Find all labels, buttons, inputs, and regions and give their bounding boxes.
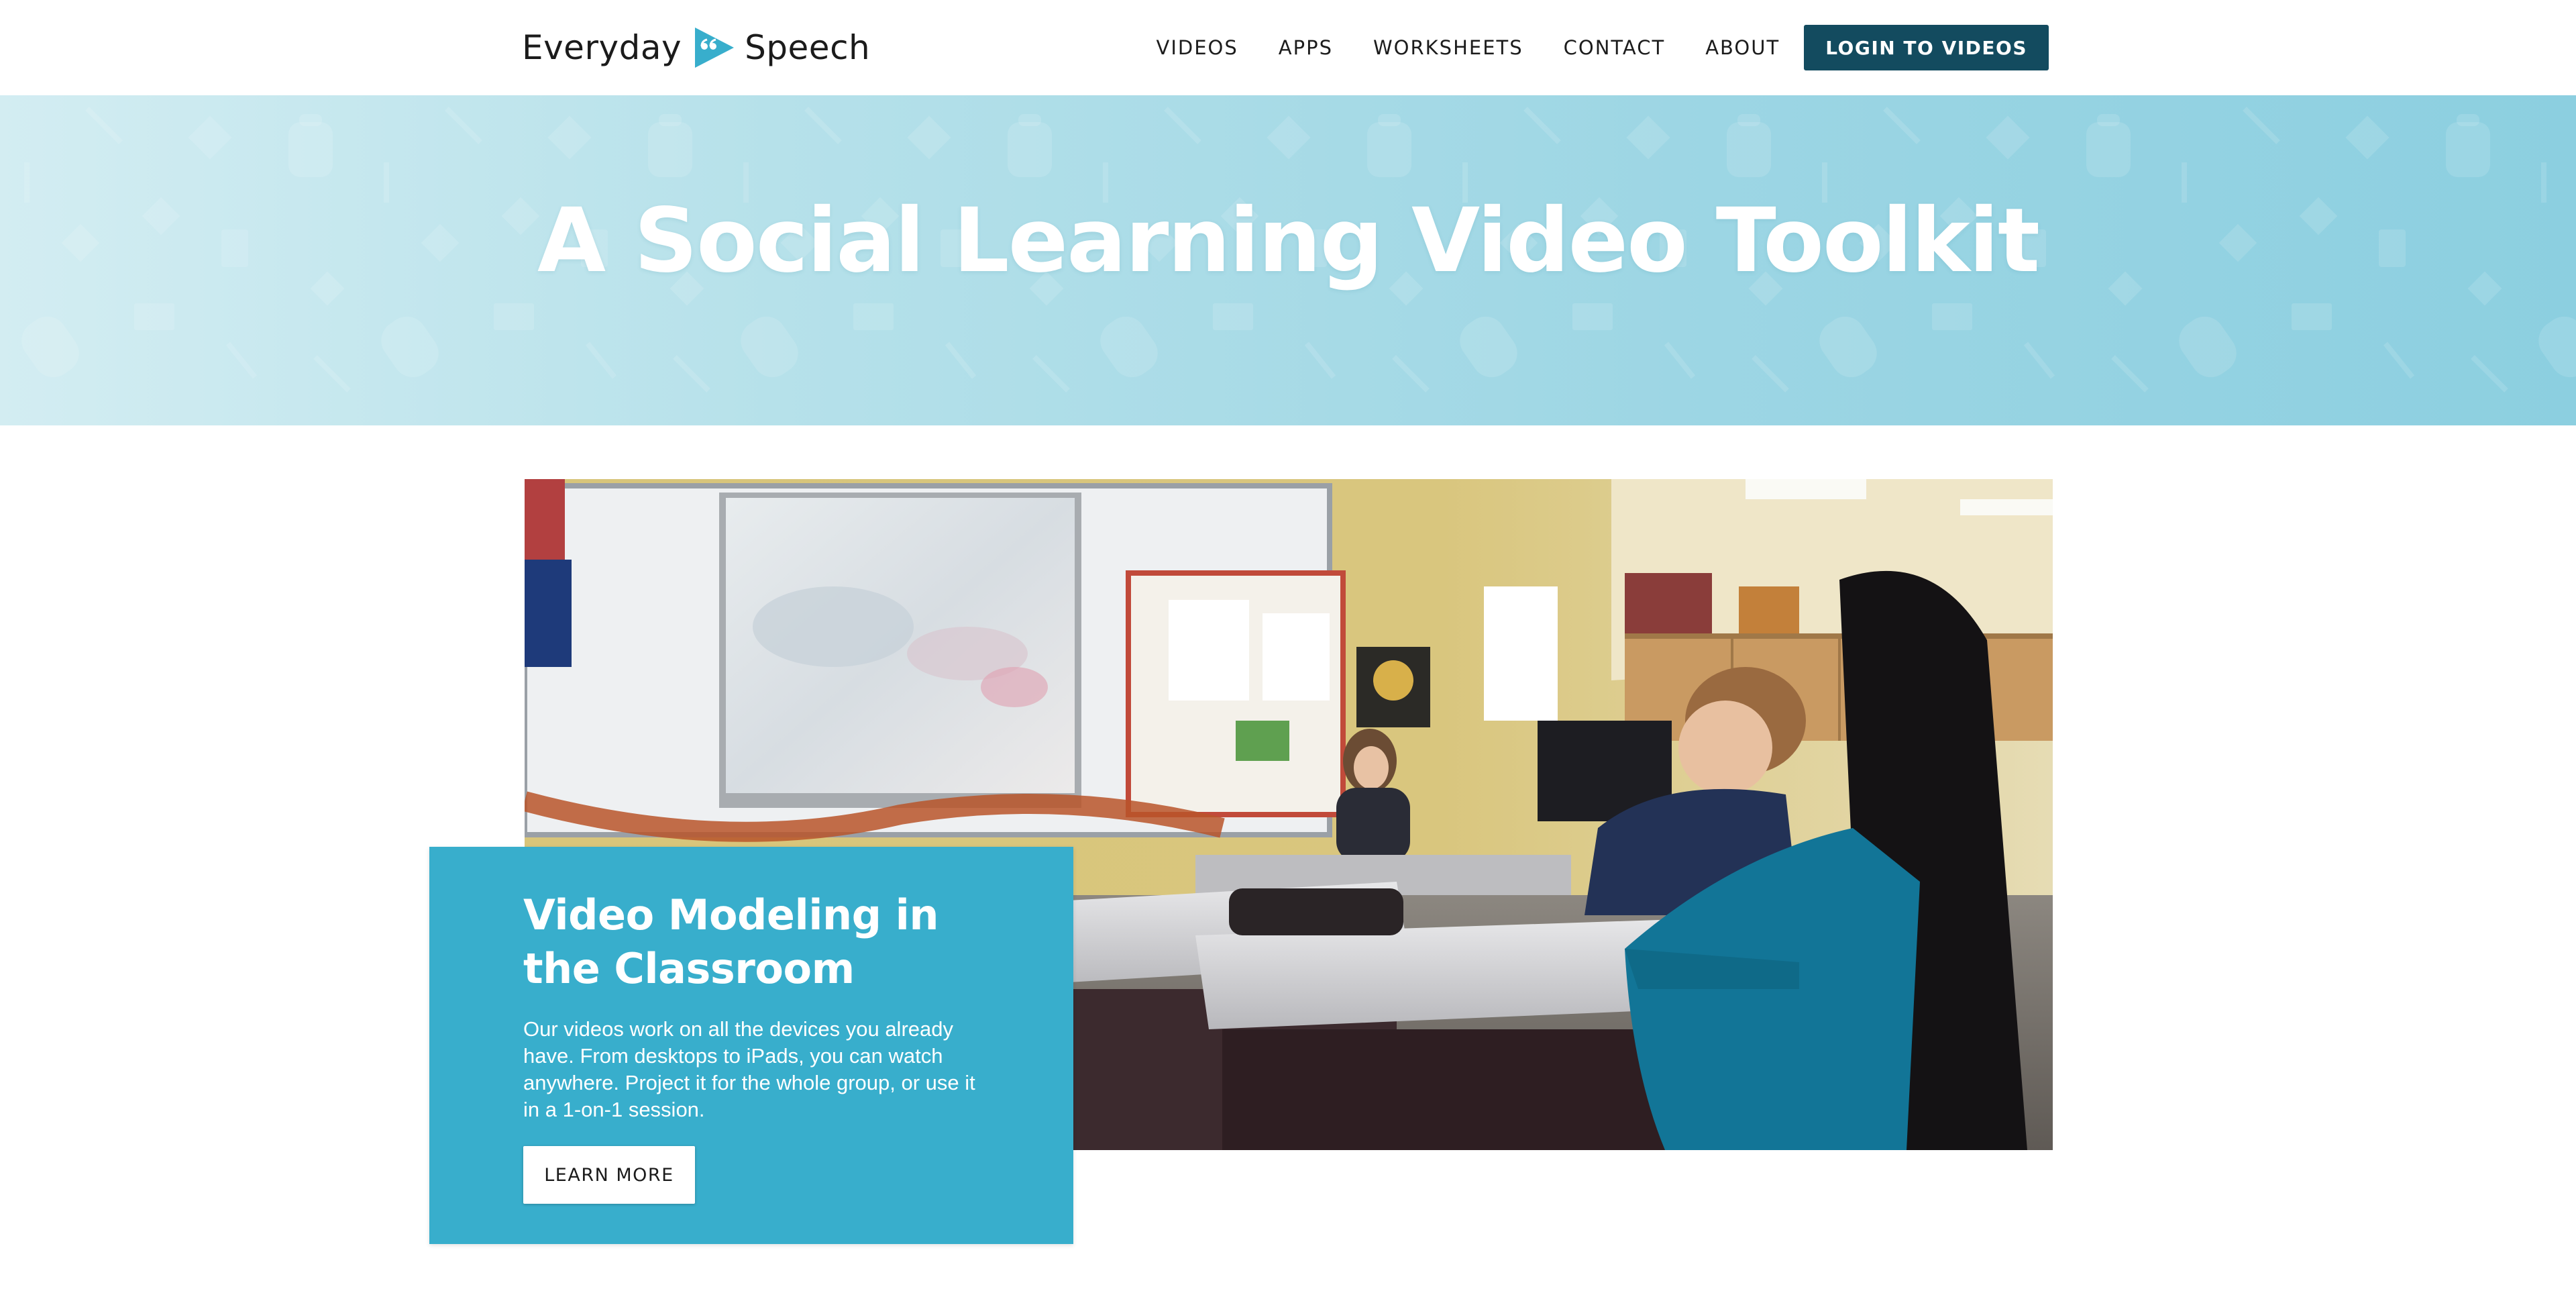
nav-item-about[interactable]: ABOUT [1705,36,1780,59]
feature-card: Video Modeling in the Classroom Our vide… [429,847,1073,1244]
hero-banner: A Social Learning Video Toolkit [0,95,2576,425]
nav-item-contact[interactable]: CONTACT [1564,36,1666,59]
nav-item-apps[interactable]: APPS [1279,36,1333,59]
brand-logo[interactable]: Everyday Speech [522,24,870,71]
hero-title: A Social Learning Video Toolkit [537,189,2040,293]
brand-name-left: Everyday [522,28,682,67]
feature-title: Video Modeling in the Classroom [523,890,938,993]
login-to-videos-button[interactable]: LOGIN TO VIDEOS [1804,25,2049,70]
nav-item-videos[interactable]: VIDEOS [1156,36,1238,59]
learn-more-button[interactable]: LEARN MORE [523,1146,695,1204]
feature-description: Our videos work on all the devices you a… [523,1017,975,1121]
nav-item-worksheets[interactable]: WORKSHEETS [1373,36,1523,59]
main-nav: VIDEOS APPS WORKSHEETS CONTACT ABOUT LOG… [1156,24,2049,71]
play-quote-icon [695,28,735,68]
site-header: Everyday Speech VIDEOS APPS WORKSHEETS C… [0,0,2576,95]
brand-name-right: Speech [745,28,871,67]
